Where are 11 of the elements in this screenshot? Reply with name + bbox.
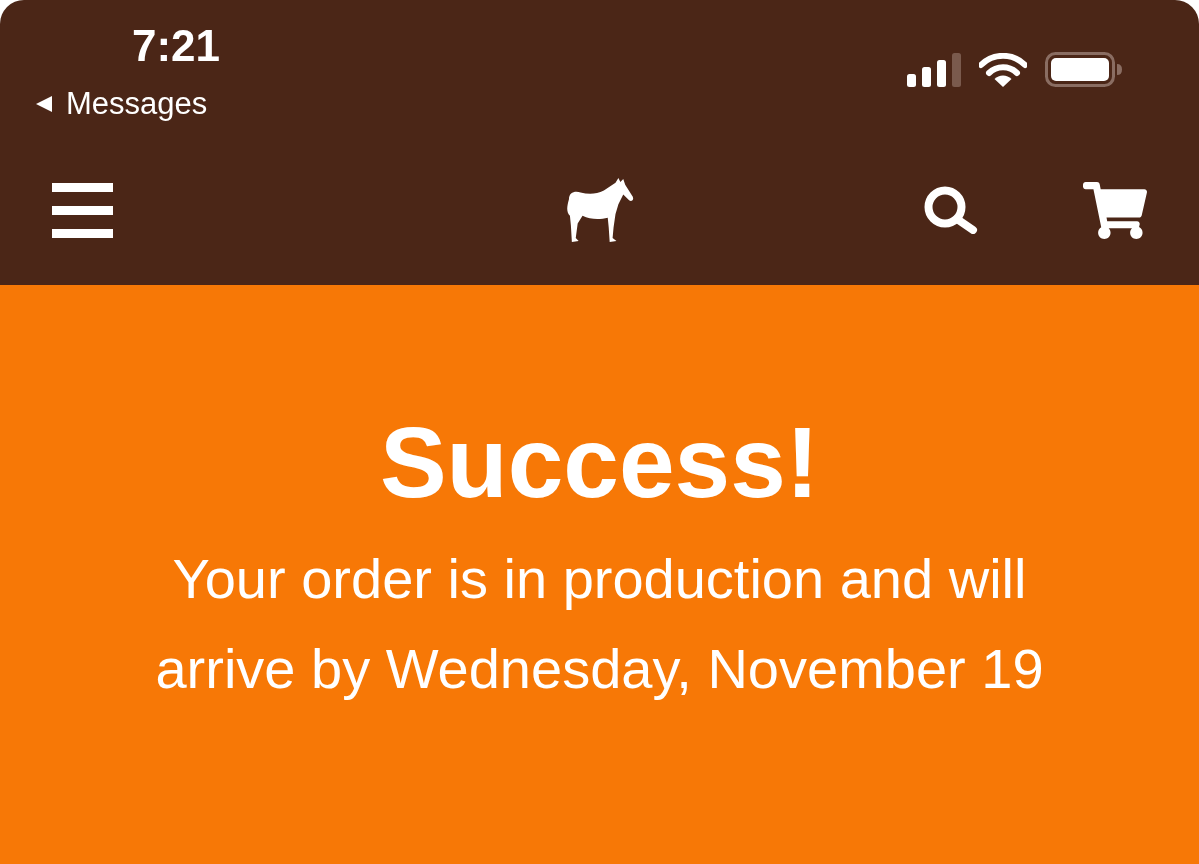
menu-icon[interactable] [52, 182, 113, 238]
back-triangle-icon [36, 95, 52, 112]
status-time: 7:21 [132, 24, 221, 68]
success-title: Success! [379, 412, 820, 512]
cart-icon[interactable] [1083, 181, 1147, 239]
signal-icon [907, 52, 961, 87]
order-message: Your order is in production and will arrive by Wednesday, November 19 [154, 546, 1045, 702]
wifi-icon [979, 52, 1027, 87]
battery-icon [1045, 52, 1122, 87]
back-link[interactable]: Messages [36, 88, 221, 119]
search-icon[interactable] [924, 186, 978, 234]
